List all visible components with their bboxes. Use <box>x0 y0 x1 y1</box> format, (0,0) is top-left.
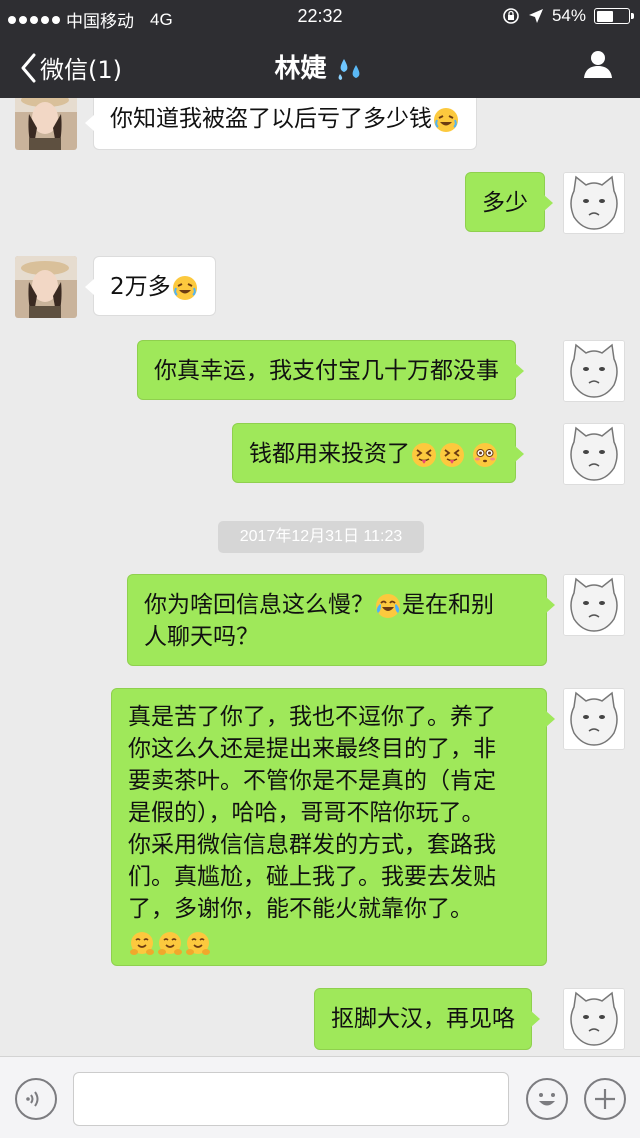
contact-avatar[interactable] <box>15 98 77 150</box>
timestamp-label: 2017年12月31日 11:23 <box>218 521 424 553</box>
flushed-emoji-icon <box>473 442 497 467</box>
contact-info-button[interactable] <box>582 48 614 84</box>
self-avatar[interactable] <box>563 988 625 1050</box>
crying-laughing-emoji-icon <box>434 107 458 132</box>
hugging-emoji-icon <box>186 931 210 955</box>
hugging-emoji-icon <box>130 931 154 955</box>
self-avatar[interactable] <box>563 172 625 234</box>
voice-icon <box>26 1091 39 1107</box>
chat-area[interactable]: 你知道我被盗了以后亏了多少钱 多少 2万多 你真幸运，我支付宝几十万都没事 钱都… <box>0 98 640 1056</box>
message-text: 多少 <box>482 190 528 216</box>
message-text: 钱都用来投资了 <box>249 441 410 467</box>
self-avatar[interactable] <box>563 574 625 636</box>
squinting-tongue-emoji-icon <box>412 442 436 467</box>
message-bubble[interactable]: 抠脚大汉，再见咯 <box>314 988 540 1050</box>
self-avatar[interactable] <box>563 340 625 402</box>
message-text: 你真幸运，我支付宝几十万都没事 <box>154 358 499 384</box>
more-button[interactable] <box>584 1078 626 1120</box>
self-avatar[interactable] <box>563 688 625 750</box>
person-icon <box>584 51 612 78</box>
tears-of-joy-emoji-icon <box>376 593 400 618</box>
emoji-button[interactable] <box>526 1078 568 1120</box>
hugging-emoji-icon <box>158 931 182 955</box>
plus-icon <box>595 1089 615 1109</box>
message-bubble[interactable]: 2万多 <box>85 256 216 316</box>
battery-percent: 54% <box>551 6 586 25</box>
self-avatar[interactable] <box>563 423 625 485</box>
message-line: 真是苦了你了，我也不逗你了。养了 <box>128 704 496 730</box>
sweat-droplets-emoji-icon <box>338 58 359 80</box>
contact-name: 林婕 <box>274 54 327 84</box>
voice-button[interactable] <box>15 1078 57 1120</box>
message-input[interactable] <box>73 1072 509 1126</box>
message-line: 们。真尴尬，碰上我了。我要去发贴 <box>128 864 496 890</box>
message-bubble[interactable]: 你为啥回信息这么慢？ 是在和别 人聊天吗？ <box>127 574 555 666</box>
status-bar: 中国移动 4G 22:32 54% <box>0 0 640 34</box>
rotation-lock-icon <box>503 8 519 24</box>
message-text: 人聊天吗？ <box>144 624 259 650</box>
message-line: 你这么久还是提出来最终目的了，非 <box>128 736 496 762</box>
battery-icon <box>594 8 634 24</box>
squinting-tongue-emoji-icon <box>440 442 464 467</box>
message-line: 是假的），哈哈，哥哥不陪你玩了。 <box>128 800 485 826</box>
message-text: 2万多 <box>110 274 171 300</box>
message-text: 你知道我被盗了以后亏了多少钱 <box>110 106 432 132</box>
contact-avatar[interactable] <box>15 256 77 318</box>
message-bubble[interactable]: 真是苦了你了，我也不逗你了。养了 你这么久还是提出来最终目的了，非 要卖茶叶。不… <box>111 688 555 966</box>
message-bubble[interactable]: 钱都用来投资了 <box>232 423 524 483</box>
message-text: 抠脚大汉，再见咯 <box>331 1006 515 1032</box>
page-title: 林婕 <box>0 48 640 85</box>
message-bubble[interactable]: 你知道我被盗了以后亏了多少钱 <box>85 98 477 150</box>
message-bubble[interactable]: 你真幸运，我支付宝几十万都没事 <box>137 340 524 400</box>
message-line: 了，多谢你，能不能火就靠你了。 <box>128 896 473 922</box>
input-bar <box>0 1056 640 1138</box>
emoji-icon <box>539 1093 555 1106</box>
crying-laughing-emoji-icon <box>172 275 197 300</box>
message-bubble[interactable]: 多少 <box>465 172 553 232</box>
message-line: 要卖茶叶。不管你是不是真的（肯定 <box>128 768 496 794</box>
nav-bar: 微信(1) 林婕 <box>0 34 640 98</box>
message-line: 你采用微信信息群发的方式，套路我 <box>128 832 496 858</box>
message-text: 你为啥回信息这么慢？ 是在和别 <box>144 592 494 618</box>
location-arrow-icon <box>528 9 543 23</box>
